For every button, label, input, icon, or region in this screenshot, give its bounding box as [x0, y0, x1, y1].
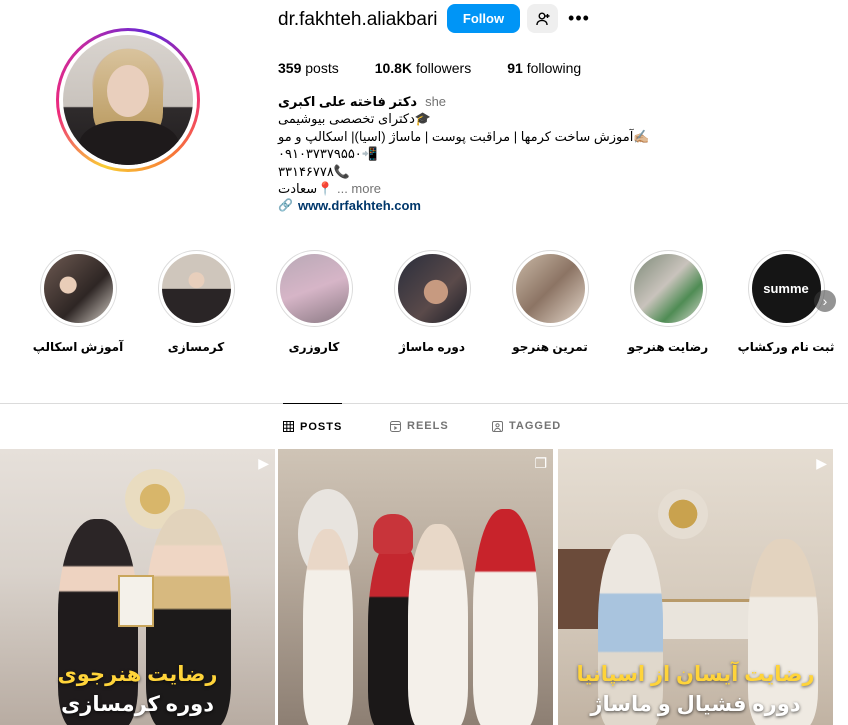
highlight-item[interactable]: آموزش اسکالپ — [30, 250, 126, 354]
posts-label: posts — [305, 60, 339, 76]
story-highlights: آموزش اسکالپ کرمسازی کاروزری دوره ماساژ … — [30, 250, 840, 360]
carousel-icon: ❐ — [534, 455, 547, 471]
chevron-right-icon: › — [822, 293, 828, 309]
post-caption-bottom: دوره فشیال و ماساژ — [590, 693, 801, 716]
profile-pronoun: she — [425, 94, 447, 109]
follow-button[interactable]: Follow — [447, 4, 520, 33]
highlight-image — [279, 254, 349, 323]
following-stat[interactable]: 91 following — [507, 60, 581, 76]
more-options-button[interactable]: ••• — [566, 6, 592, 30]
highlight-label: تمرین هنرجو — [512, 340, 588, 354]
posts-stat: 359 posts — [278, 60, 339, 76]
highlight-item[interactable]: رضایت هنرجو — [620, 250, 716, 354]
highlight-item[interactable]: تمرین هنرجو — [502, 250, 598, 354]
profile-username: dr.fakhteh.aliakbari — [278, 9, 438, 30]
highlight-label: کاروزری — [288, 340, 340, 354]
post-caption-top: رضایت آیسان از اسپانیا — [576, 663, 815, 686]
following-label: following — [526, 60, 582, 76]
highlight-label: آموزش اسکالپ — [32, 340, 124, 354]
bio-line: ۰۹۱۰۳۷۳۷۹۵۵۰📲 — [278, 146, 378, 162]
highlight-label: کرمسازی — [167, 340, 225, 354]
tab-label: POSTS — [300, 420, 343, 433]
reel-icon: ▶ — [816, 455, 827, 471]
bio-line: ✍🏼آموزش ساخت کرمها | مراقبت پوست | ماساژ… — [278, 128, 650, 144]
link-icon: 🔗 — [278, 198, 293, 213]
bio-line: ۳۳۱۴۶۷۷۸📞 — [278, 163, 351, 179]
highlights-next-button[interactable]: › — [814, 290, 836, 312]
more-dots-icon: ••• — [568, 7, 590, 28]
website-text: www.drfakhteh.com — [297, 198, 421, 214]
profile-tabs: POSTS REELS TAGGED — [0, 403, 848, 449]
highlight-item[interactable]: کرمسازی — [148, 250, 244, 354]
highlight-cover-text: summe — [763, 281, 809, 296]
posts-grid: ▶ رضایت هنرجوی دوره کرمسازی ❐ ▶ رضایت آی… — [0, 449, 848, 725]
post-thumbnail[interactable]: ▶ رضایت هنرجوی دوره کرمسازی — [0, 449, 275, 725]
reel-icon: ▶ — [258, 455, 269, 471]
tag-icon — [492, 420, 503, 432]
reels-icon — [390, 420, 401, 432]
highlight-image — [43, 254, 113, 323]
post-thumbnail[interactable]: ▶ رضایت آیسان از اسپانیا دوره فشیال و ما… — [558, 449, 833, 725]
post-caption-top: رضایت هنرجوی — [57, 663, 218, 686]
tab-label: TAGGED — [509, 420, 562, 432]
highlight-item[interactable]: دوره ماساژ — [384, 250, 480, 354]
tab-tagged[interactable]: TAGGED — [492, 403, 561, 449]
highlight-image — [633, 254, 703, 323]
post-caption-bottom: دوره کرمسازی — [60, 693, 215, 716]
followers-count: 10.8K — [374, 60, 413, 76]
website-link[interactable]: 🔗 www.drfakhteh.com — [278, 197, 698, 214]
bio-more-link[interactable]: ... more — [337, 181, 381, 196]
followers-label: followers — [415, 60, 472, 76]
profile-bio: دکتر فاخته علی اکبری she 🎓دکترای تخصصی ب… — [278, 93, 698, 215]
post-thumbnail[interactable]: ❐ — [278, 449, 553, 725]
highlight-label: ثبت نام ورکشاپ — [737, 340, 835, 354]
bio-line: 🎓دکترای تخصصی بیوشیمی — [278, 111, 432, 127]
profile-stats: 359 posts 10.8K followers 91 following — [278, 60, 617, 76]
following-count: 91 — [507, 60, 523, 76]
grid-icon — [283, 421, 294, 432]
followers-stat[interactable]: 10.8K followers — [375, 60, 472, 76]
highlight-label: دوره ماساژ — [398, 340, 466, 354]
highlight-image — [515, 254, 585, 323]
profile-full-name: دکتر فاخته علی اکبری — [278, 94, 418, 109]
tab-label: REELS — [407, 420, 449, 432]
add-person-icon — [535, 12, 549, 25]
tab-reels[interactable]: REELS — [390, 403, 449, 449]
highlight-image: summe — [751, 254, 821, 323]
tab-posts[interactable]: POSTS — [283, 403, 343, 449]
profile-avatar[interactable] — [56, 28, 200, 172]
posts-count: 359 — [278, 60, 302, 76]
highlight-image — [161, 254, 231, 323]
highlight-label: رضایت هنرجو — [627, 340, 709, 354]
highlight-image — [397, 254, 467, 323]
suggested-users-button[interactable] — [527, 4, 558, 33]
bio-line: 📍سعادت — [278, 181, 334, 197]
highlight-item[interactable]: کاروزری — [266, 250, 362, 354]
